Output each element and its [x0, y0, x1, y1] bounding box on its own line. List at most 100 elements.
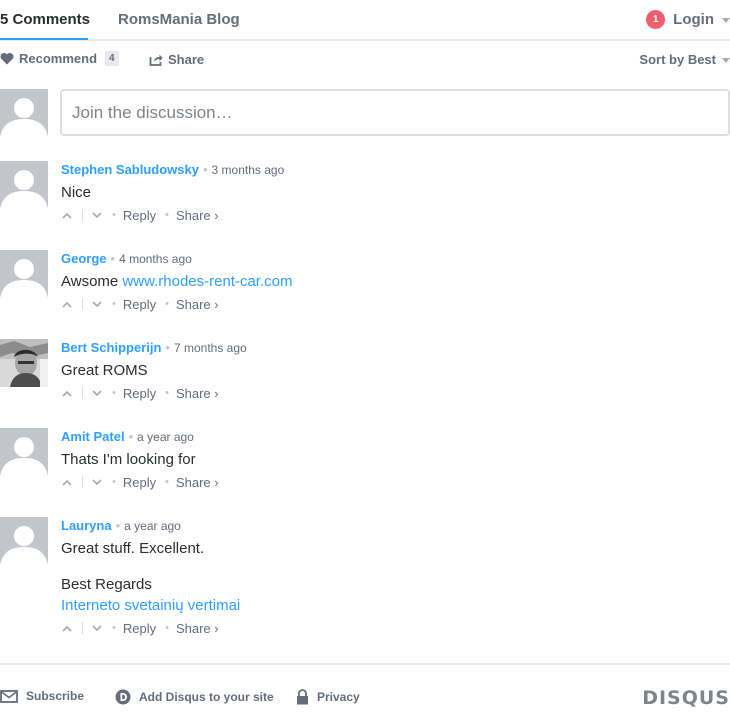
share-comment-button[interactable]: Share ›: [176, 621, 219, 636]
tab-comments[interactable]: 5 Comments: [0, 11, 90, 28]
comment-author[interactable]: Amit Patel: [61, 429, 125, 444]
add-disqus-link[interactable]: Add Disqus to your site: [115, 689, 274, 705]
footer-divider: [0, 663, 730, 665]
comment-body-line2: Best Regards: [61, 576, 152, 593]
footer: Subscribe Add Disqus to your site Privac…: [0, 687, 730, 709]
chevron-down-icon: [722, 58, 730, 63]
comment-time[interactable]: 7 months ago: [174, 341, 247, 355]
bullet-separator: •: [165, 622, 169, 634]
login-label[interactable]: Login: [673, 11, 714, 28]
discussion-toolbar: Recommend 4 Share Sort by Best: [0, 51, 730, 73]
downvote-icon[interactable]: [91, 298, 103, 310]
comment-author[interactable]: Stephen Sabludowsky: [61, 162, 199, 177]
bullet-separator: •: [112, 476, 116, 488]
current-user-avatar: [0, 89, 48, 137]
disqus-logo[interactable]: DISQUS: [642, 687, 730, 709]
comment-header: George • 4 months ago: [61, 251, 192, 266]
sort-label: Sort by Best: [639, 52, 716, 67]
reply-button[interactable]: Reply: [123, 297, 156, 312]
top-nav: 5 Comments RomsMania Blog 1 Login: [0, 0, 730, 41]
share-comment-button[interactable]: Share ›: [176, 208, 219, 223]
comment-author[interactable]: George: [61, 251, 107, 266]
bullet-separator: •: [115, 518, 121, 533]
envelope-icon: [0, 689, 18, 703]
comment-avatar[interactable]: [0, 428, 48, 476]
upvote-icon[interactable]: [61, 209, 73, 221]
comment-text: Nice: [61, 184, 92, 201]
notification-badge[interactable]: 1: [646, 10, 666, 29]
comment-link[interactable]: www.rhodes-rent-car.com: [122, 273, 292, 290]
bullet-separator: •: [165, 298, 169, 310]
reply-button[interactable]: Reply: [123, 475, 156, 490]
upvote-icon[interactable]: [61, 298, 73, 310]
comment-body: Great ROMS: [61, 362, 148, 379]
heart-icon: [0, 53, 14, 65]
bullet-separator: •: [165, 209, 169, 221]
share-label: Share: [168, 52, 205, 67]
comment-composer-input[interactable]: [60, 89, 730, 136]
bullet-separator: •: [165, 340, 170, 355]
downvote-icon[interactable]: [91, 476, 103, 488]
recommend-label: Recommend: [19, 51, 98, 66]
subscribe-label: Subscribe: [26, 689, 85, 703]
upvote-icon[interactable]: [61, 387, 73, 399]
comment-avatar[interactable]: [0, 250, 48, 298]
comment-text: Awsome: [61, 273, 123, 290]
comment-time[interactable]: 4 months ago: [119, 252, 192, 266]
comment-actions: • Reply • Share ›: [61, 474, 219, 490]
comment-actions: • Reply • Share ›: [61, 620, 219, 636]
comment-author[interactable]: Bert Schipperijn: [61, 340, 161, 355]
comment-text: Thats I'm looking for: [61, 451, 196, 468]
comment-time[interactable]: 3 months ago: [212, 163, 285, 177]
lock-icon: [297, 689, 308, 705]
recommend-button[interactable]: Recommend 4: [0, 51, 119, 66]
upvote-icon[interactable]: [61, 476, 73, 488]
chevron-down-icon: [722, 18, 730, 23]
reply-button[interactable]: Reply: [123, 621, 156, 636]
comment-text: Great stuff. Excellent.: [61, 540, 205, 557]
bullet-separator: •: [165, 387, 169, 399]
comment-header: Lauryna • a year ago: [61, 518, 181, 533]
bullet-separator: •: [110, 251, 116, 266]
bullet-separator: •: [165, 476, 169, 488]
comment-body: Nice: [61, 184, 91, 201]
comment-text: Best Regards: [61, 576, 152, 593]
downvote-icon[interactable]: [91, 209, 103, 221]
comment-author[interactable]: Lauryna: [61, 518, 112, 533]
comment-avatar-photo[interactable]: [0, 339, 48, 387]
vote-divider: [82, 387, 83, 399]
comment-actions: • Reply • Share ›: [61, 207, 219, 223]
comment-text: Great ROMS: [61, 362, 148, 379]
comment-body: Awsome www.rhodes-rent-car.com: [61, 273, 292, 290]
share-icon: [149, 54, 163, 66]
comment-actions: • Reply • Share ›: [61, 296, 219, 312]
comment-time[interactable]: a year ago: [124, 519, 181, 533]
comment-header: Bert Schipperijn • 7 months ago: [61, 340, 247, 355]
add-disqus-label: Add Disqus to your site: [139, 690, 274, 704]
comment-avatar[interactable]: [0, 517, 48, 565]
comment-link[interactable]: Interneto svetainių vertimai: [61, 597, 240, 614]
sort-dropdown[interactable]: Sort by Best: [639, 52, 730, 67]
share-comment-button[interactable]: Share ›: [176, 297, 219, 312]
comment-header: Stephen Sabludowsky • 3 months ago: [61, 162, 284, 177]
share-comment-button[interactable]: Share ›: [176, 386, 219, 401]
recommend-count: 4: [105, 51, 119, 66]
subscribe-link[interactable]: Subscribe: [0, 689, 84, 703]
share-comment-button[interactable]: Share ›: [176, 475, 219, 490]
comment-avatar[interactable]: [0, 161, 48, 209]
reply-button[interactable]: Reply: [123, 386, 156, 401]
comment-body-line3: Interneto svetainių vertimai: [61, 597, 240, 614]
bullet-separator: •: [112, 387, 116, 399]
share-button[interactable]: Share: [149, 52, 204, 67]
login-menu[interactable]: 1 Login: [646, 10, 730, 29]
downvote-icon[interactable]: [91, 387, 103, 399]
comment-time[interactable]: a year ago: [137, 430, 194, 444]
tab-blog[interactable]: RomsMania Blog: [118, 11, 240, 28]
vote-divider: [82, 622, 83, 634]
privacy-link[interactable]: Privacy: [296, 689, 360, 705]
downvote-icon[interactable]: [91, 622, 103, 634]
vote-divider: [82, 476, 83, 488]
reply-button[interactable]: Reply: [123, 208, 156, 223]
vote-divider: [82, 298, 83, 310]
upvote-icon[interactable]: [61, 622, 73, 634]
